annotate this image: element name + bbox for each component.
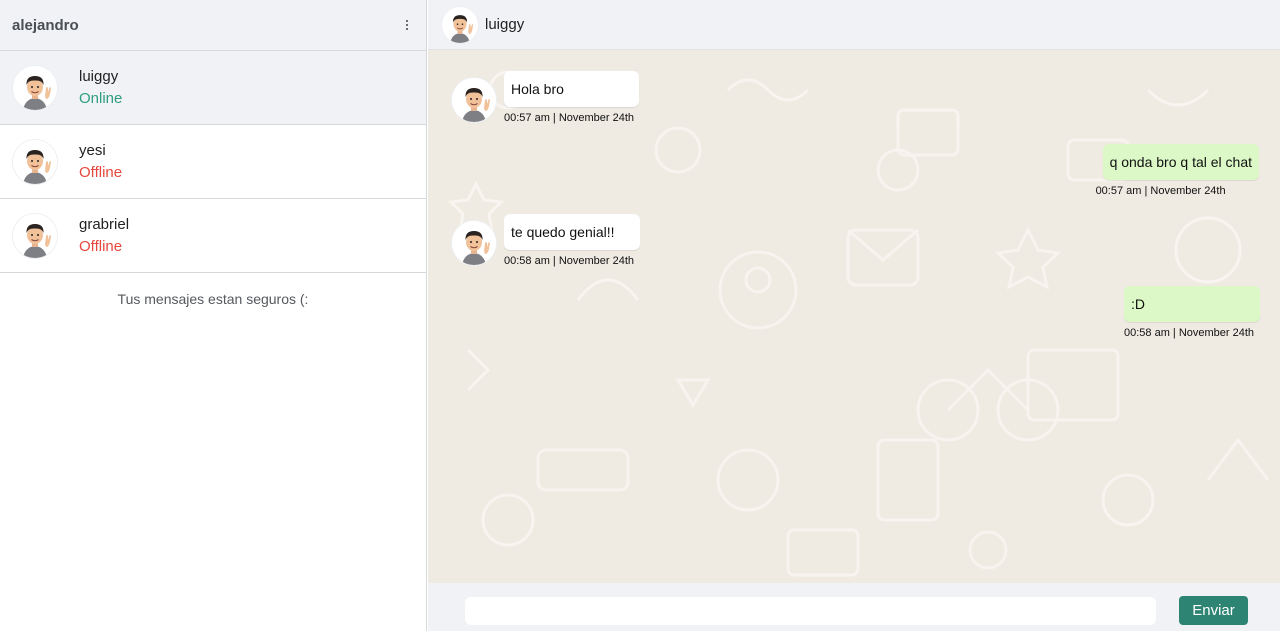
chat-header: luiggy (428, 0, 1280, 50)
avatar (13, 65, 57, 110)
sidebar: alejandro luiggy Online yesi Offline gra… (0, 0, 427, 631)
message-bubble: :D (1124, 286, 1260, 322)
message-input[interactable] (465, 597, 1156, 625)
message-timestamp: 00:57 am | November 24th (504, 112, 635, 124)
secure-note: Tus mensajes estan seguros (: (117, 291, 309, 307)
sidebar-header: alejandro (0, 0, 426, 51)
chat-panel: luiggy Hola bro 00:57 am | November 24th… (428, 0, 1280, 631)
kebab-menu-icon[interactable] (400, 15, 414, 35)
contact-item-grabriel[interactable]: grabriel Offline (0, 199, 426, 273)
message-bubble: q onda bro q tal el chat (1102, 144, 1259, 180)
send-button[interactable]: Enviar (1179, 596, 1248, 625)
chat-contact-name: luiggy (485, 16, 525, 33)
message-out: :D 00:58 am | November 24th (1124, 286, 1260, 339)
message-area[interactable]: Hola bro 00:57 am | November 24th q onda… (428, 50, 1280, 583)
contact-item-luiggy[interactable]: luiggy Online (0, 51, 426, 125)
contact-status: Offline (79, 164, 123, 181)
message-timestamp: 00:57 am | November 24th (1095, 185, 1226, 197)
avatar (452, 221, 496, 265)
message-bubble: te quedo genial!! (504, 214, 640, 250)
contact-name: grabriel (79, 216, 130, 233)
avatar (452, 78, 496, 122)
message-out: q onda bro q tal el chat 00:57 am | Nove… (1096, 144, 1259, 197)
message-timestamp: 00:58 am | November 24th (1124, 327, 1255, 339)
contact-name: yesi (79, 142, 106, 159)
message-bubble: Hola bro (504, 71, 639, 107)
contact-item-yesi[interactable]: yesi Offline (0, 125, 426, 199)
avatar (13, 139, 57, 184)
avatar (442, 6, 478, 43)
contact-name: luiggy (79, 68, 119, 85)
current-user-name: alejandro (12, 16, 79, 34)
message-composer: Enviar (428, 583, 1280, 631)
avatar (13, 213, 57, 258)
contact-status: Offline (79, 238, 123, 255)
message-timestamp: 00:58 am | November 24th (504, 255, 635, 267)
contact-status: Online (79, 90, 123, 107)
